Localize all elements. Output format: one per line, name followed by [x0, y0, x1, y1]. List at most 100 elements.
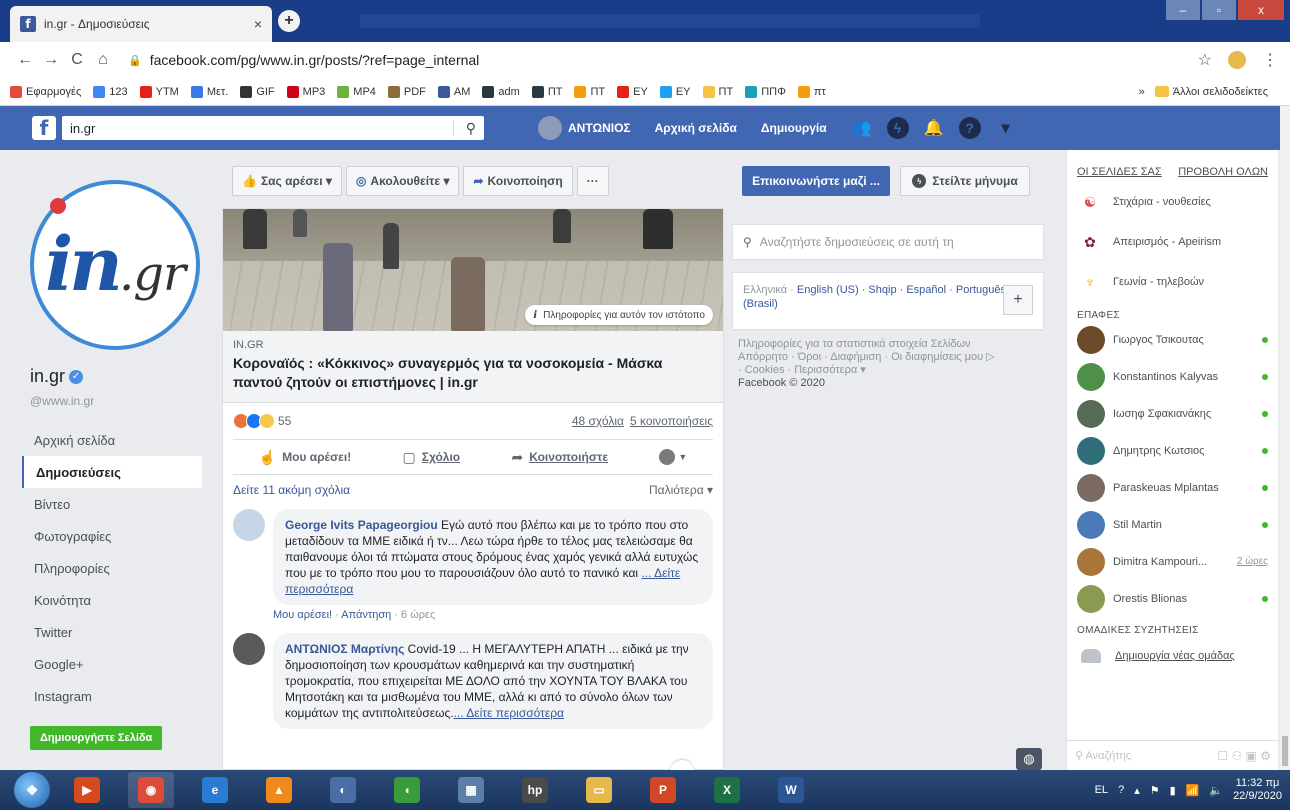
minimize-button[interactable]: –: [1166, 0, 1200, 20]
comment-post-button[interactable]: ▢ Σχόλιο: [403, 449, 461, 466]
reply-comment-link[interactable]: Απάντηση: [341, 609, 391, 621]
contact-us-button[interactable]: Επικοινωνήστε μαζί ...: [742, 166, 890, 196]
battery-icon[interactable]: ▮: [1170, 784, 1176, 797]
follow-page-button[interactable]: ◎ Ακολουθείτε ▾: [345, 166, 460, 196]
reactions-count[interactable]: 55: [278, 414, 291, 428]
post-link-image[interactable]: i Πληροφορίες για αυτόν τον ιστότοπο: [223, 209, 723, 331]
bookmark-item[interactable]: PDF: [387, 85, 426, 98]
taskbar-app-chrome[interactable]: ◉: [128, 772, 174, 808]
send-message-button[interactable]: ϟ Στείλτε μήνυμα: [900, 166, 1030, 196]
page-nav-item[interactable]: Twitter: [22, 616, 202, 648]
commenter-avatar[interactable]: [233, 509, 265, 541]
system-clock[interactable]: 11:32 πμ 22/9/2020: [1233, 777, 1282, 803]
volume-icon[interactable]: 🔈: [1209, 784, 1223, 797]
footer-link[interactable]: Απόρρητο · Όροι · Διαφήμιση · Οι διαφημί…: [738, 351, 1038, 364]
extension-icon[interactable]: [1228, 51, 1246, 69]
account-menu-caret-icon[interactable]: ▾: [995, 117, 1017, 139]
your-page-item[interactable]: ♆ Γεωνία - τηλεβοών: [1077, 262, 1278, 302]
bookmark-item[interactable]: MP3: [286, 85, 325, 98]
facebook-search-input[interactable]: in.gr: [70, 121, 453, 136]
contact-item[interactable]: Orestis Blionas: [1067, 580, 1278, 617]
page-nav-item[interactable]: Δημοσιεύσεις: [22, 456, 202, 488]
view-more-comments-link[interactable]: Δείτε 11 ακόμη σχόλια: [233, 483, 350, 497]
your-pages-link[interactable]: ΟΙ ΣΕΛΙΔΕΣ ΣΑΣ: [1077, 166, 1162, 178]
bookmark-item[interactable]: 123: [93, 85, 128, 98]
back-button[interactable]: ←: [12, 51, 38, 69]
user-avatar[interactable]: [538, 116, 562, 140]
bookmark-item[interactable]: ΠΤ: [702, 85, 733, 98]
taskbar-app-ie[interactable]: e: [192, 772, 238, 808]
contact-item[interactable]: Paraskeuas Mplantas: [1067, 469, 1278, 506]
bookmark-item[interactable]: ΠΤ: [531, 85, 562, 98]
chat-search-input[interactable]: ⚲ Αναζήτης: [1075, 749, 1131, 762]
contact-item[interactable]: Stil Martin: [1067, 506, 1278, 543]
bookmark-item[interactable]: EY: [617, 85, 648, 98]
footer-link[interactable]: Πληροφορίες για τα στατιστικά στοιχεία Σ…: [738, 338, 1038, 351]
like-page-button[interactable]: 👍 Σας αρέσει ▾: [232, 166, 342, 196]
link-title[interactable]: Κοροναϊός : «Κόκκινος» συναγερμός για τα…: [233, 354, 713, 392]
globe-icon[interactable]: ◍: [1016, 748, 1042, 770]
contact-item[interactable]: Ιωσηφ Σφακιανάκης: [1067, 395, 1278, 432]
like-post-button[interactable]: ☝ Μου αρέσει!: [259, 449, 352, 466]
share-post-button[interactable]: ➦ Κοινοποιήστε: [511, 449, 608, 466]
bookmark-star-icon[interactable]: ☆: [1198, 50, 1212, 70]
commenter-avatar[interactable]: [233, 633, 265, 665]
browser-tab[interactable]: f in.gr - Δημοσιεύσεις ×: [10, 6, 272, 42]
like-comment-link[interactable]: Μου αρέσει!: [273, 609, 332, 621]
bookmark-item[interactable]: Μετ.: [190, 85, 228, 98]
share-page-button[interactable]: ➦ Κοινοποίηση: [463, 166, 573, 196]
bookmark-item[interactable]: AM: [437, 85, 470, 98]
taskbar-app-vlc[interactable]: ▲: [256, 772, 302, 808]
bookmark-item[interactable]: ΠΤ: [574, 85, 605, 98]
close-window-button[interactable]: x: [1238, 0, 1284, 20]
taskbar-app-hp[interactable]: hp: [512, 772, 558, 808]
reaction-icons[interactable]: [233, 413, 275, 429]
taskbar-app-app-green[interactable]: ◖: [384, 772, 430, 808]
link-preview[interactable]: IN.GR Κοροναϊός : «Κόκκινος» συναγερμός …: [223, 331, 723, 403]
more-options-button[interactable]: ···: [576, 166, 609, 196]
view-all-link[interactable]: ΠΡΟΒΟΛΗ ΟΛΩΝ: [1178, 166, 1268, 178]
page-nav-item[interactable]: Πληροφορίες: [22, 552, 202, 584]
taskbar-app-excel[interactable]: X: [704, 772, 750, 808]
language-indicator[interactable]: EL: [1095, 784, 1108, 796]
page-nav-item[interactable]: Κοινότητα: [22, 584, 202, 616]
maximize-button[interactable]: ▫: [1202, 0, 1236, 20]
chat-option-icons[interactable]: ☐ ⚇ ▣ ⚙: [1217, 749, 1271, 763]
comment-author[interactable]: George Ivits Papageorgiou: [285, 518, 438, 532]
page-posts-search[interactable]: ⚲ Αναζητήστε δημοσιεύσεις σε αυτή τη: [732, 224, 1044, 260]
bookmark-item[interactable]: GIF: [240, 85, 275, 98]
shares-count[interactable]: 5 κοινοποιήσεις: [630, 414, 713, 428]
page-name[interactable]: in.gr ✓: [30, 366, 84, 387]
bookmark-item[interactable]: EY: [659, 85, 691, 98]
facebook-logo[interactable]: f: [32, 116, 56, 140]
create-page-button[interactable]: Δημιουργήστε Σελίδα: [30, 726, 163, 750]
bookmark-item[interactable]: MP4: [337, 85, 376, 98]
page-nav-item[interactable]: Φωτογραφίες: [22, 520, 202, 552]
other-bookmarks-folder[interactable]: Άλλοι σελιδοδείκτες: [1154, 86, 1268, 98]
start-button[interactable]: ❖: [14, 772, 50, 808]
comment-author[interactable]: ΑΝΤΩΝΙΟΣ Μαρτίνης: [285, 642, 404, 656]
friends-icon[interactable]: 👥: [851, 117, 873, 139]
your-page-item[interactable]: ✿ Απειρισμός - Apeirism: [1077, 222, 1278, 262]
create-link[interactable]: Δημιουργία: [761, 121, 827, 135]
taskbar-app-app-globe[interactable]: ◐: [320, 772, 366, 808]
profile-link[interactable]: ΑΝΤΩΝΙΟΣ: [568, 121, 631, 135]
bookmark-item[interactable]: ΠΠΦ: [745, 85, 786, 98]
page-nav-item[interactable]: Instagram: [22, 680, 202, 712]
taskbar-app-word[interactable]: W: [768, 772, 814, 808]
bookmark-item[interactable]: adm: [482, 85, 520, 98]
help-icon[interactable]: ?: [958, 117, 981, 139]
comments-count[interactable]: 48 σχόλια: [572, 414, 624, 428]
reload-button[interactable]: C: [64, 51, 90, 69]
chat-search[interactable]: ⚲ Αναζήτης ☐ ⚇ ▣ ⚙: [1067, 740, 1279, 770]
contact-item[interactable]: Konstantinos Kalyvas: [1067, 358, 1278, 395]
bookmark-item[interactable]: πτ: [797, 85, 826, 98]
search-icon[interactable]: ⚲: [452, 119, 476, 137]
comment-time[interactable]: 6 ώρες: [401, 609, 435, 621]
browser-menu-icon[interactable]: ⋮: [1262, 50, 1278, 70]
scrollbar-thumb[interactable]: [1282, 736, 1288, 766]
url-field[interactable]: 🔒 facebook.com/pg/www.in.gr/posts/?ref=p…: [128, 46, 1198, 74]
page-nav-item[interactable]: Αρχική σελίδα: [22, 424, 202, 456]
bookmark-item[interactable]: Εφαρμογές: [10, 85, 81, 98]
notifications-bell-icon[interactable]: 🔔: [923, 117, 945, 139]
